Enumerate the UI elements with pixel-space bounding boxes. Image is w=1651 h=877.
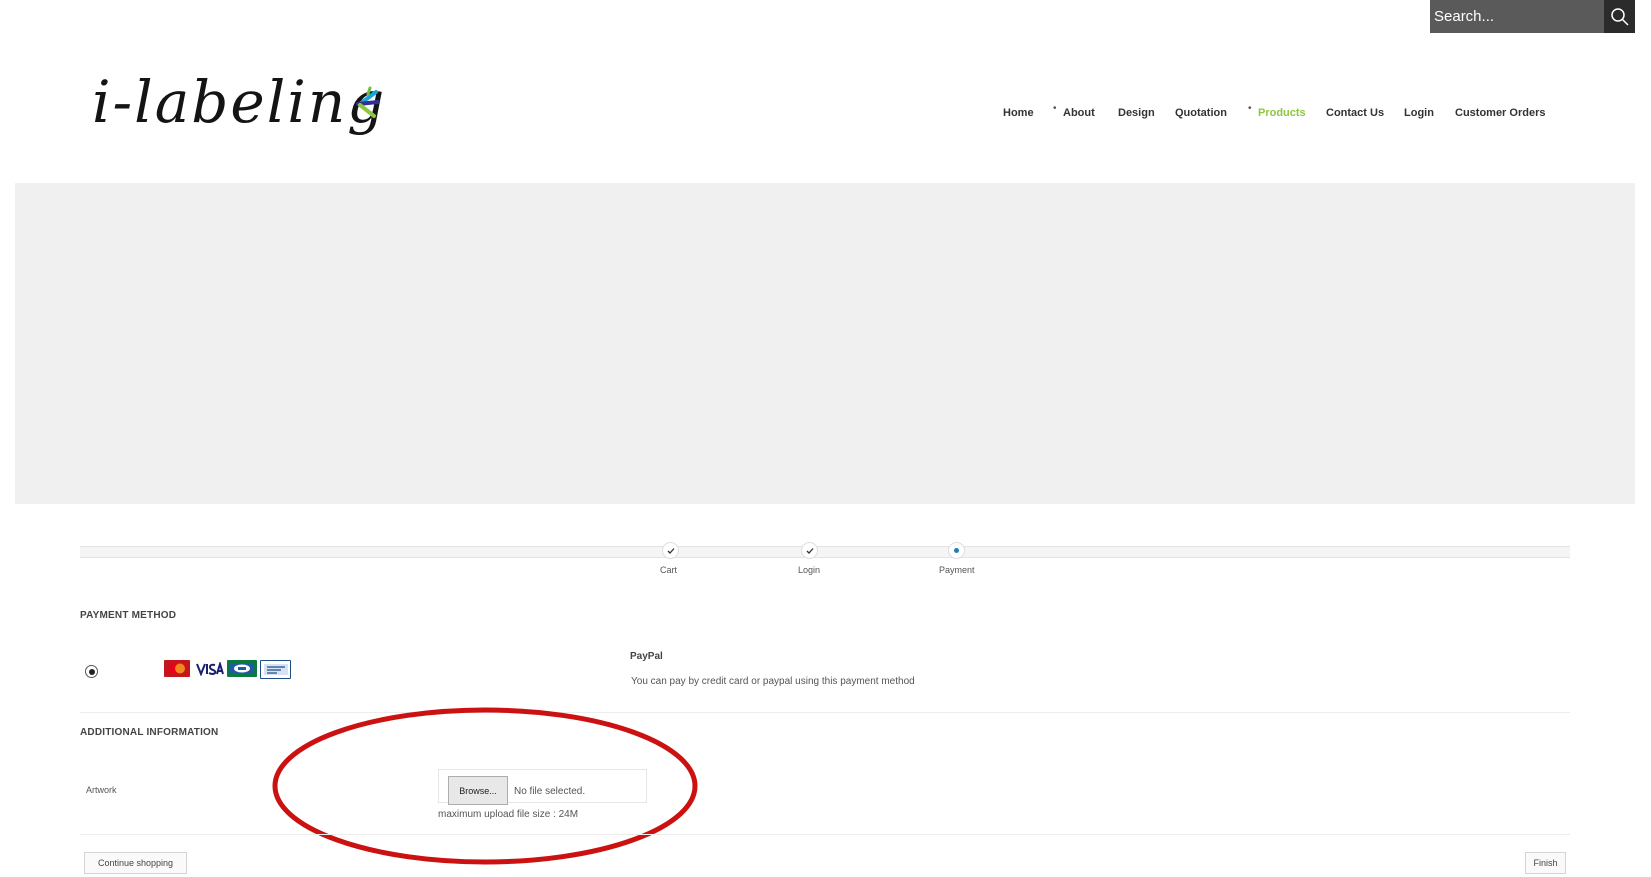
radio-selected-dot [88, 668, 95, 675]
step-label-payment: Payment [939, 565, 975, 575]
nav-item-customer-orders[interactable]: Customer Orders [1455, 107, 1545, 119]
payment-radio-paypal[interactable] [85, 665, 98, 678]
checkout-progress-bar [80, 546, 1570, 558]
banner-placeholder [15, 183, 1635, 504]
current-step-dot [954, 548, 959, 553]
nav-item-products[interactable]: Products [1258, 107, 1306, 119]
payment-method-description: You can pay by credit card or paypal usi… [631, 676, 915, 687]
visa-icon [193, 660, 224, 677]
nav-item-login[interactable]: Login [1404, 107, 1434, 119]
step-label-cart: Cart [660, 565, 678, 575]
search-button[interactable] [1604, 0, 1635, 33]
search-box [1430, 0, 1604, 33]
red-annotation-ellipse [272, 707, 698, 865]
step-login-circle [801, 542, 818, 559]
additional-info-title: ADDITIONAL INFORMATION [80, 727, 219, 738]
payment-method-name: PayPal [630, 651, 663, 662]
check-icon [806, 547, 813, 554]
nav-submenu-dot: • [1053, 103, 1057, 114]
main-nav: Home • About Design Quotation • Products… [0, 103, 1651, 127]
nav-item-design[interactable]: Design [1118, 107, 1155, 119]
divider [80, 834, 1570, 835]
continue-shopping-button[interactable]: Continue shopping [84, 852, 187, 874]
mastercard-icon [164, 660, 190, 677]
step-payment-circle [948, 542, 965, 559]
nav-item-home[interactable]: Home [1003, 107, 1034, 119]
check-icon [667, 547, 674, 554]
finish-button[interactable]: Finish [1525, 852, 1566, 874]
nav-item-about[interactable]: About [1063, 107, 1095, 119]
step-label-login: Login [798, 565, 821, 575]
cb-icon [227, 660, 257, 677]
step-cart-circle [662, 542, 679, 559]
search-input[interactable] [1430, 0, 1594, 33]
search-icon [1610, 7, 1629, 26]
nav-item-quotation[interactable]: Quotation [1175, 107, 1227, 119]
nav-item-contact-us[interactable]: Contact Us [1326, 107, 1384, 119]
nav-submenu-dot: • [1248, 103, 1252, 114]
payment-method-title: PAYMENT METHOD [80, 610, 177, 621]
paypal-icon [260, 660, 291, 679]
artwork-label: Artwork [86, 785, 117, 795]
